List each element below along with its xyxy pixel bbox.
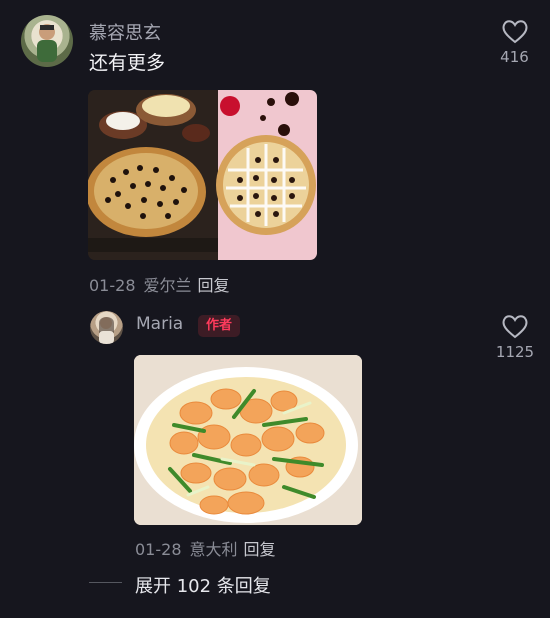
like-count: 1125 (495, 343, 535, 361)
username[interactable]: Maria (136, 314, 183, 334)
comment-location: 爱尔兰 (143, 276, 192, 295)
avatar[interactable] (21, 15, 73, 67)
reply-button[interactable]: 回复 (244, 540, 276, 559)
comment-meta: 01-28 爱尔兰 回复 (89, 272, 230, 296)
heart-outline-icon (502, 315, 528, 339)
username[interactable]: 慕容思玄 (89, 19, 161, 45)
like-count: 416 (500, 48, 529, 66)
heart-outline-icon (502, 20, 527, 44)
like-button[interactable]: 416 (492, 18, 537, 66)
reply-button[interactable]: 回复 (198, 276, 230, 295)
comment-meta: 01-28 意大利 回复 (135, 536, 276, 560)
divider (89, 582, 122, 583)
comment-text: 还有更多 (89, 52, 166, 74)
comment-image[interactable] (134, 355, 362, 525)
comment-image[interactable] (88, 90, 317, 260)
comment-date: 01-28 (89, 276, 136, 295)
expand-replies-button[interactable]: 展开 102 条回复 (135, 572, 271, 598)
author-badge: 作者 (198, 315, 240, 337)
comment-location: 意大利 (189, 540, 238, 559)
like-button[interactable]: 1125 (490, 313, 540, 361)
avatar[interactable] (90, 311, 123, 344)
comment-date: 01-28 (135, 540, 182, 559)
